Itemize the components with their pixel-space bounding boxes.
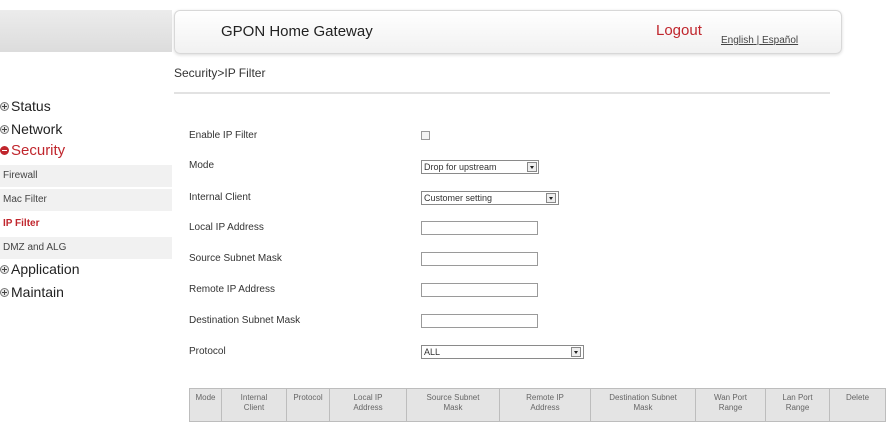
breadcrumb: Security>IP Filter	[174, 66, 266, 80]
plus-icon	[0, 101, 9, 111]
ip-filter-table-header: Mode Internal Client Protocol Local IP A…	[189, 388, 886, 422]
language-english-link[interactable]: English	[721, 35, 754, 46]
sidebar-item-security[interactable]: Security	[0, 142, 65, 159]
sidebar-item-label: Maintain	[11, 284, 64, 300]
language-separator: |	[756, 35, 760, 46]
sidebar-item-status[interactable]: Status	[0, 98, 51, 114]
sidebar-item-label: Security	[11, 142, 66, 159]
column-header-internal-client: Internal Client	[222, 389, 287, 421]
logout-link[interactable]: Logout	[656, 22, 702, 39]
column-header-line: Internal	[240, 393, 268, 402]
column-header-lan-port-range: Lan Port Range	[766, 389, 830, 421]
language-spanish-link[interactable]: Español	[762, 35, 798, 46]
sidebar-item-maintain[interactable]: Maintain	[0, 284, 64, 300]
protocol-select[interactable]: ALL	[421, 345, 584, 359]
column-header-line: Range	[785, 403, 810, 412]
column-header-line: Mask	[443, 403, 463, 412]
language-switcher: English | Español	[721, 35, 798, 46]
destination-subnet-mask-input[interactable]	[421, 314, 538, 328]
sidebar-item-label: Application	[11, 261, 80, 277]
enable-ip-filter-label: Enable IP Filter	[189, 130, 258, 141]
protocol-label: Protocol	[189, 346, 226, 357]
sidebar-subitem-dmz-alg[interactable]: DMZ and ALG	[0, 237, 172, 259]
column-header-line: Address	[353, 403, 383, 412]
mode-label: Mode	[189, 160, 215, 171]
column-header-mode: Mode	[190, 389, 222, 421]
column-header-line: Delete	[845, 393, 870, 402]
column-header-line: Wan Port	[713, 393, 748, 402]
app-title: GPON Home Gateway	[221, 23, 373, 40]
column-header-line: Client	[243, 403, 265, 412]
source-subnet-mask-input[interactable]	[421, 252, 538, 266]
sidebar-item-label: Status	[11, 98, 51, 114]
column-header-line: Destination Subnet	[609, 393, 677, 402]
source-subnet-mask-label: Source Subnet Mask	[189, 253, 282, 264]
side-banner	[0, 10, 172, 52]
divider	[174, 92, 830, 94]
column-header-protocol: Protocol	[287, 389, 330, 421]
column-header-line: Protocol	[293, 393, 323, 402]
column-header-wan-port-range: Wan Port Range	[696, 389, 766, 421]
plus-icon	[0, 287, 9, 297]
top-header: GPON Home Gateway Logout English | Españ…	[174, 10, 842, 54]
local-ip-label: Local IP Address	[189, 222, 264, 233]
sidebar-subitem-ip-filter[interactable]: IP Filter	[0, 213, 172, 235]
chevron-down-icon	[527, 162, 537, 172]
column-header-line: Mode	[195, 393, 216, 402]
minus-icon	[0, 146, 9, 155]
column-header-remote-ip: Remote IP Address	[500, 389, 591, 421]
remote-ip-label: Remote IP Address	[189, 284, 275, 295]
column-header-local-ip: Local IP Address	[330, 389, 407, 421]
chevron-down-icon	[546, 193, 556, 203]
local-ip-input[interactable]	[421, 221, 538, 235]
mode-select-value: Drop for upstream	[424, 162, 497, 172]
column-header-line: Mask	[633, 403, 653, 412]
column-header-line: Address	[530, 403, 560, 412]
remote-ip-input[interactable]	[421, 283, 538, 297]
column-header-line: Source Subnet	[426, 393, 480, 402]
mode-select[interactable]: Drop for upstream	[421, 160, 539, 174]
column-header-line: Local IP	[353, 393, 383, 402]
plus-icon	[0, 264, 9, 274]
sidebar-subitem-mac-filter[interactable]: Mac Filter	[0, 189, 172, 211]
internal-client-select-value: Customer setting	[424, 193, 493, 203]
column-header-delete: Delete	[830, 389, 885, 421]
plus-icon	[0, 124, 9, 134]
sidebar-item-network[interactable]: Network	[0, 121, 62, 137]
column-header-source-subnet-mask: Source Subnet Mask	[407, 389, 500, 421]
column-header-line: Lan Port	[782, 393, 813, 402]
sidebar-item-application[interactable]: Application	[0, 261, 80, 277]
protocol-select-value: ALL	[424, 347, 441, 357]
column-header-line: Range	[718, 403, 743, 412]
chevron-down-icon	[571, 347, 581, 357]
sidebar-item-label: Network	[11, 121, 63, 137]
column-header-destination-subnet-mask: Destination Subnet Mask	[591, 389, 696, 421]
internal-client-label: Internal Client	[189, 192, 251, 203]
destination-subnet-mask-label: Destination Subnet Mask	[189, 315, 301, 326]
sidebar-subitem-firewall[interactable]: Firewall	[0, 165, 172, 187]
enable-ip-filter-checkbox[interactable]	[421, 131, 430, 140]
internal-client-select[interactable]: Customer setting	[421, 191, 559, 205]
column-header-line: Remote IP	[526, 393, 564, 402]
